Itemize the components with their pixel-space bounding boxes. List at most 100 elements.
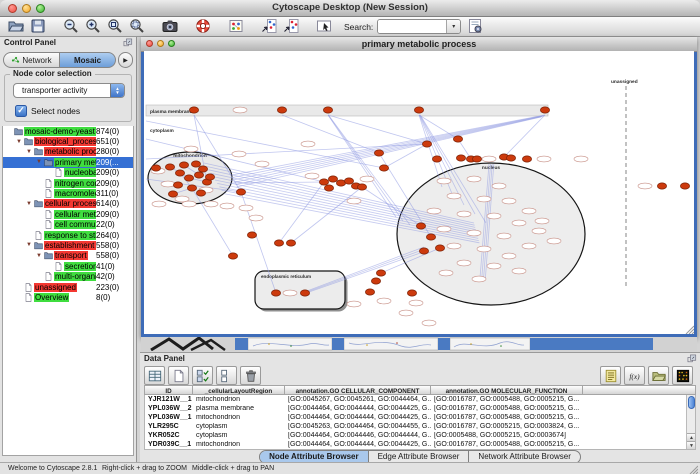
tree-row[interactable]: cellular metabo209(0)	[3, 209, 133, 219]
network-node[interactable]	[173, 182, 182, 188]
network-label-node[interactable]	[437, 178, 451, 184]
table-cell[interactable]: [GO:0044464, GO:0044444, GO:0044425, G..…	[285, 414, 431, 421]
network-node[interactable]	[274, 240, 283, 246]
network-label-node[interactable]	[487, 213, 501, 219]
table-cell[interactable]: mitochondrion	[193, 414, 285, 421]
zoom-selected-button[interactable]	[129, 18, 146, 35]
table-cell[interactable]: YPL036W__1	[145, 414, 193, 421]
table-row[interactable]: YKR052Ccytoplasm[GO:0044464, GO:0044446,…	[145, 431, 695, 440]
tab-mosaic[interactable]: Mosaic	[59, 52, 116, 68]
network-node[interactable]	[540, 107, 549, 113]
scrollbar-thumb[interactable]	[688, 396, 695, 409]
help-button[interactable]	[195, 18, 212, 35]
tree-row[interactable]: macromolecule311(0)	[3, 188, 133, 198]
network-label-node[interactable]	[283, 290, 297, 296]
tree-row[interactable]: nitrogen compo209(0)	[3, 178, 133, 188]
network-node[interactable]	[680, 183, 689, 189]
table-cell[interactable]: YKR052C	[145, 432, 193, 439]
table-cell[interactable]: cytoplasm	[193, 432, 285, 439]
annotation-edit-button[interactable]	[316, 18, 333, 35]
search-input[interactable]	[378, 20, 446, 33]
network-label-node[interactable]	[477, 246, 491, 252]
tree-row[interactable]: ▼biological_process651(0)	[3, 136, 133, 146]
network-node[interactable]	[165, 164, 174, 170]
table-scrollbar[interactable]: ▲ ▼	[686, 395, 695, 449]
resize-grip-icon[interactable]	[684, 324, 694, 334]
network-label-node[interactable]	[482, 156, 496, 162]
tree-row[interactable]: response to stimulu264(0)	[3, 230, 133, 240]
network-node[interactable]	[328, 176, 337, 182]
network-label-node[interactable]	[497, 233, 511, 239]
tree-row[interactable]: ▼transport558(0)	[3, 251, 133, 261]
network-label-node[interactable]	[347, 301, 361, 307]
tree-row[interactable]: ▼establishment of lo558(0)	[3, 240, 133, 250]
select-nodes-checkbox[interactable]: ✓	[15, 105, 27, 117]
network-label-node[interactable]	[537, 156, 551, 162]
attr-list-button[interactable]	[600, 366, 621, 385]
table-cell[interactable]: [GO:0045263, GO:0044464, GO:0044455, G..…	[285, 423, 431, 430]
expand-triangle-icon[interactable]: ▼	[35, 158, 43, 166]
network-node[interactable]	[184, 175, 193, 181]
new-doc-button[interactable]	[168, 366, 189, 385]
network-label-node[interactable]	[184, 146, 198, 152]
network-node[interactable]	[419, 248, 428, 254]
tree-row[interactable]: ▼primary metabo209(...	[3, 157, 133, 167]
background-windows-strip[interactable]	[141, 337, 697, 351]
network-label-node[interactable]	[255, 161, 269, 167]
network-node[interactable]	[407, 290, 416, 296]
network-label-node[interactable]	[535, 218, 549, 224]
network-canvas[interactable]: plasma membranecytoplasmmitochondrionnuc…	[144, 51, 694, 334]
network-label-node[interactable]	[239, 205, 253, 211]
network-label-node[interactable]	[437, 226, 451, 232]
scroll-up-arrow[interactable]: ▲	[687, 433, 696, 441]
network-node[interactable]	[286, 240, 295, 246]
network-node[interactable]	[422, 141, 431, 147]
network-label-node[interactable]	[347, 198, 361, 204]
tree-row[interactable]: secretion41(0)	[3, 261, 133, 271]
network-label-node[interactable]	[305, 173, 319, 179]
network-label-node[interactable]	[467, 230, 481, 236]
network-label-node[interactable]	[512, 220, 526, 226]
table-cell[interactable]: mitochondrion	[193, 441, 285, 448]
network-node[interactable]	[271, 290, 280, 296]
table-button[interactable]	[144, 366, 165, 385]
load-attr-button[interactable]	[648, 366, 669, 385]
snapshot-button[interactable]	[162, 18, 179, 35]
network-node[interactable]	[300, 290, 309, 296]
network-label-node[interactable]	[574, 156, 588, 162]
network-node[interactable]	[196, 190, 205, 196]
network-label-node[interactable]	[447, 193, 461, 199]
table-cell[interactable]: YDR039C__1	[145, 441, 193, 448]
network-node[interactable]	[376, 270, 385, 276]
network-label-node[interactable]	[522, 243, 536, 249]
table-cell[interactable]: cytoplasm	[193, 423, 285, 430]
tab-network[interactable]: Network	[3, 52, 59, 68]
network-label-node[interactable]	[487, 263, 501, 269]
network-label-node[interactable]	[152, 201, 166, 207]
tree-row[interactable]: nucleobase-209(0)	[3, 168, 133, 178]
table-cell[interactable]: [GO:0044464, GO:0044444, GO:0044425, G..…	[285, 405, 431, 412]
table-cell[interactable]: YPL036W__2	[145, 405, 193, 412]
network-label-node[interactable]	[377, 298, 391, 304]
zoom-out-button[interactable]	[63, 18, 80, 35]
table-row[interactable]: YDR039C__1mitochondrion[GO:0044464, GO:0…	[145, 440, 695, 449]
network-node[interactable]	[168, 191, 177, 197]
network-node[interactable]	[191, 161, 200, 167]
expand-triangle-icon[interactable]: ▼	[35, 252, 43, 260]
table-row[interactable]: YPL036W__2plasma membrane[GO:0044464, GO…	[145, 404, 695, 413]
table-cell[interactable]: [GO:0005488, GO:0005215, GO:0003674]	[431, 432, 583, 439]
resize-grip-icon[interactable]	[689, 465, 698, 474]
network-node[interactable]	[374, 150, 383, 156]
search-configure-button[interactable]	[467, 18, 484, 35]
network-label-node[interactable]	[233, 107, 247, 113]
network-label-node[interactable]	[447, 243, 461, 249]
network-node[interactable]	[323, 107, 332, 113]
network-label-node[interactable]	[182, 201, 196, 207]
table-cell[interactable]: [GO:0016787, GO:0005488, GO:0005215, G..…	[431, 414, 583, 421]
network-label-node[interactable]	[249, 215, 263, 221]
table-cell[interactable]: YJR121W__1	[145, 396, 193, 403]
table-cell[interactable]: [GO:0016787, GO:0005215, GO:0003824, G..…	[431, 423, 583, 430]
network-node[interactable]	[236, 189, 245, 195]
tree-row[interactable]: cell communicat22(0)	[3, 220, 133, 230]
select-attr-button[interactable]	[192, 366, 213, 385]
